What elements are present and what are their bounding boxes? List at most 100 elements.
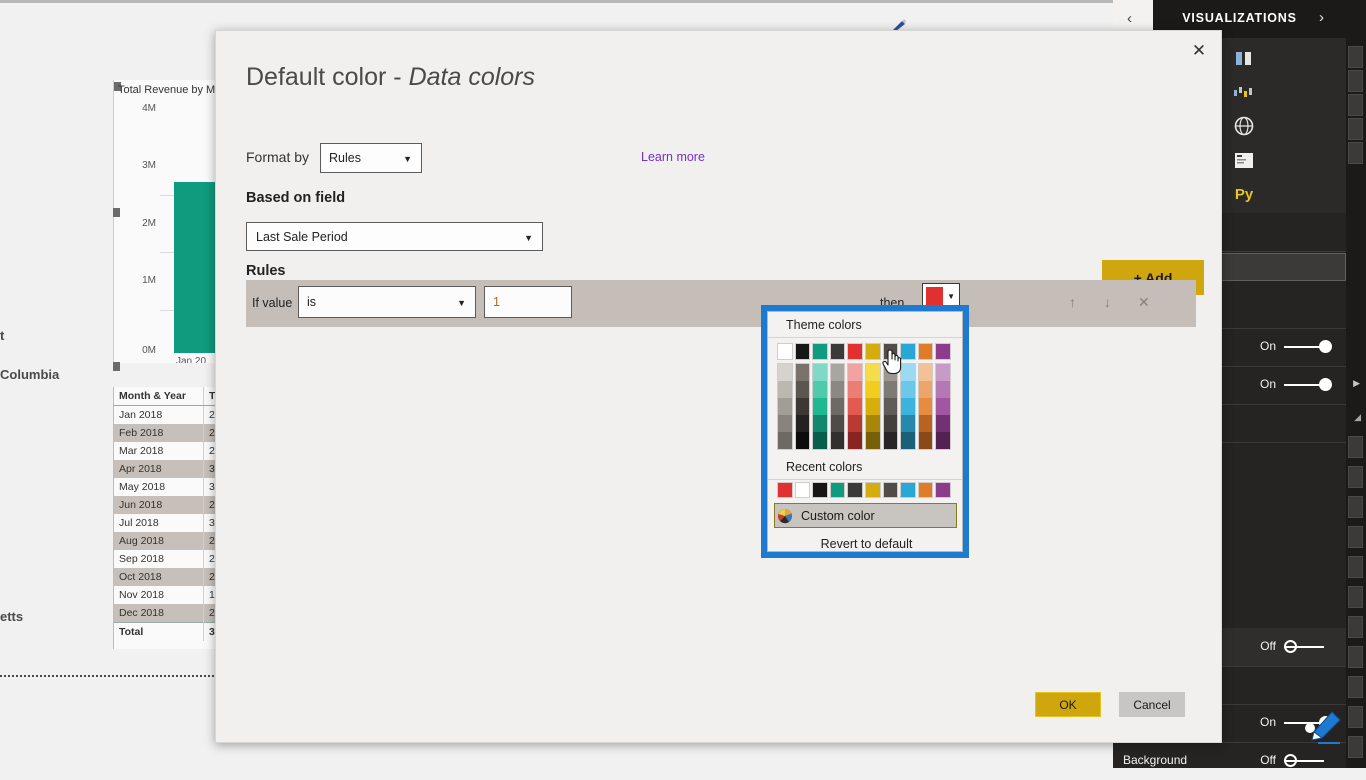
toggle-switch[interactable] (1284, 640, 1332, 654)
theme-shade-swatch[interactable] (830, 364, 845, 381)
chevron-right-small-icon[interactable]: ▶ (1353, 378, 1360, 389)
move-rule-down-icon[interactable]: ↓ (1104, 294, 1111, 310)
toggle-switch[interactable] (1284, 340, 1332, 354)
close-icon[interactable]: ✕ (1187, 39, 1211, 63)
theme-color-swatch[interactable] (777, 343, 793, 360)
theme-shade-swatch[interactable] (865, 432, 880, 449)
theme-shade-swatch[interactable] (918, 381, 933, 398)
theme-shade-swatch[interactable] (778, 398, 792, 415)
recent-color-swatch[interactable] (847, 482, 863, 498)
map-icon[interactable] (1231, 114, 1257, 138)
recent-color-swatch[interactable] (777, 482, 793, 498)
clustered-column-chart-icon[interactable] (1231, 46, 1257, 70)
theme-color-swatch[interactable] (917, 343, 934, 360)
delete-rule-icon[interactable]: ✕ (1138, 294, 1150, 311)
field-item[interactable] (1348, 586, 1363, 608)
theme-shade-swatch[interactable] (830, 381, 845, 398)
based-on-field-dropdown[interactable]: Last Sale Period ▼ (246, 222, 543, 251)
theme-shade-swatch[interactable] (778, 381, 792, 398)
theme-shade-swatch[interactable] (848, 364, 862, 381)
theme-shade-swatch[interactable] (848, 415, 862, 432)
chart-bar-jan2018[interactable] (174, 182, 218, 353)
theme-shade-swatch[interactable] (778, 364, 792, 381)
theme-color-swatch[interactable] (847, 343, 863, 360)
recent-color-swatch[interactable] (864, 482, 881, 498)
field-item[interactable] (1348, 736, 1363, 758)
theme-shade-swatch[interactable] (936, 432, 950, 449)
theme-shade-swatch[interactable] (795, 381, 810, 398)
format-by-dropdown[interactable]: Rules ▼ (320, 143, 422, 173)
theme-shade-swatch[interactable] (848, 381, 862, 398)
field-item[interactable] (1348, 616, 1363, 638)
theme-shade-swatch[interactable] (918, 398, 933, 415)
theme-color-swatch[interactable] (935, 343, 951, 360)
theme-color-swatch[interactable] (864, 343, 881, 360)
theme-shade-swatch[interactable] (901, 364, 915, 381)
theme-shade-swatch[interactable] (813, 415, 827, 432)
theme-shade-swatch[interactable] (901, 398, 915, 415)
theme-shade-swatch[interactable] (883, 398, 898, 415)
theme-shade-swatch[interactable] (813, 432, 827, 449)
theme-color-swatch[interactable] (900, 343, 916, 360)
theme-shade-swatch[interactable] (865, 381, 880, 398)
column-chart-visual[interactable]: Total Revenue by M 4M 3M 2M 1M 0M Jan 20 (113, 80, 218, 363)
theme-shade-swatch[interactable] (830, 432, 845, 449)
theme-color-swatch[interactable] (829, 343, 846, 360)
theme-color-swatch[interactable] (882, 343, 899, 360)
theme-shade-swatch[interactable] (901, 432, 915, 449)
table-row[interactable]: Oct 2018 2 (114, 568, 218, 586)
move-rule-up-icon[interactable]: ↑ (1069, 294, 1076, 310)
theme-shade-swatch[interactable] (936, 381, 950, 398)
python-visual-icon[interactable]: Py (1231, 182, 1257, 206)
recent-color-swatch[interactable] (794, 482, 811, 498)
field-item[interactable] (1348, 496, 1363, 518)
theme-shade-swatch[interactable] (830, 398, 845, 415)
expander-icon[interactable]: ◢ (1354, 412, 1361, 423)
theme-shade-swatch[interactable] (795, 432, 810, 449)
field-item[interactable] (1348, 46, 1363, 68)
theme-shade-swatch[interactable] (865, 398, 880, 415)
field-item[interactable] (1348, 436, 1363, 458)
table-visual[interactable]: Month & Year Tot Jan 20182 Feb 20182 Mar… (113, 387, 218, 649)
table-row[interactable]: Jun 2018 2 (114, 496, 218, 514)
table-row[interactable]: May 2018 3 (114, 478, 218, 496)
table-row[interactable]: Aug 2018 2 (114, 532, 218, 550)
recent-color-swatch[interactable] (812, 482, 828, 498)
field-item[interactable] (1348, 556, 1363, 578)
field-item[interactable] (1348, 70, 1363, 92)
theme-shade-swatch[interactable] (883, 415, 898, 432)
cancel-button[interactable]: Cancel (1119, 692, 1185, 717)
toggle-switch[interactable] (1284, 754, 1332, 768)
theme-shade-swatch[interactable] (865, 415, 880, 432)
table-row[interactable]: Dec 2018 2 (114, 604, 218, 623)
theme-shade-swatch[interactable] (813, 398, 827, 415)
field-item[interactable] (1348, 466, 1363, 488)
theme-shade-swatch[interactable] (795, 415, 810, 432)
field-item[interactable] (1348, 526, 1363, 548)
theme-color-swatch[interactable] (812, 343, 828, 360)
waterfall-chart-icon[interactable] (1231, 80, 1257, 104)
field-item[interactable] (1348, 676, 1363, 698)
recent-color-swatch[interactable] (917, 482, 934, 498)
theme-shade-swatch[interactable] (901, 381, 915, 398)
condition-dropdown[interactable]: is ▼ (298, 286, 476, 318)
table-row[interactable]: Nov 2018 1 (114, 586, 218, 604)
recent-color-swatch[interactable] (829, 482, 846, 498)
field-item[interactable] (1348, 706, 1363, 728)
learn-more-link[interactable]: Learn more (641, 150, 705, 164)
theme-shade-swatch[interactable] (813, 381, 827, 398)
table-row[interactable]: Mar 2018 2 (114, 442, 218, 460)
table-row[interactable]: Jul 2018 3 (114, 514, 218, 532)
theme-shade-swatch[interactable] (936, 415, 950, 432)
theme-shade-swatch[interactable] (848, 432, 862, 449)
theme-shade-swatch[interactable] (883, 432, 898, 449)
theme-shade-swatch[interactable] (848, 398, 862, 415)
revert-to-default-button[interactable]: Revert to default (769, 532, 964, 556)
field-item[interactable] (1348, 94, 1363, 116)
table-row[interactable]: Jan 2018 2 (114, 405, 218, 424)
theme-color-swatch[interactable] (794, 343, 811, 360)
theme-shade-swatch[interactable] (918, 364, 933, 381)
theme-shade-swatch[interactable] (883, 381, 898, 398)
table-row[interactable]: Sep 2018 2 (114, 550, 218, 568)
recent-color-swatch[interactable] (935, 482, 951, 498)
